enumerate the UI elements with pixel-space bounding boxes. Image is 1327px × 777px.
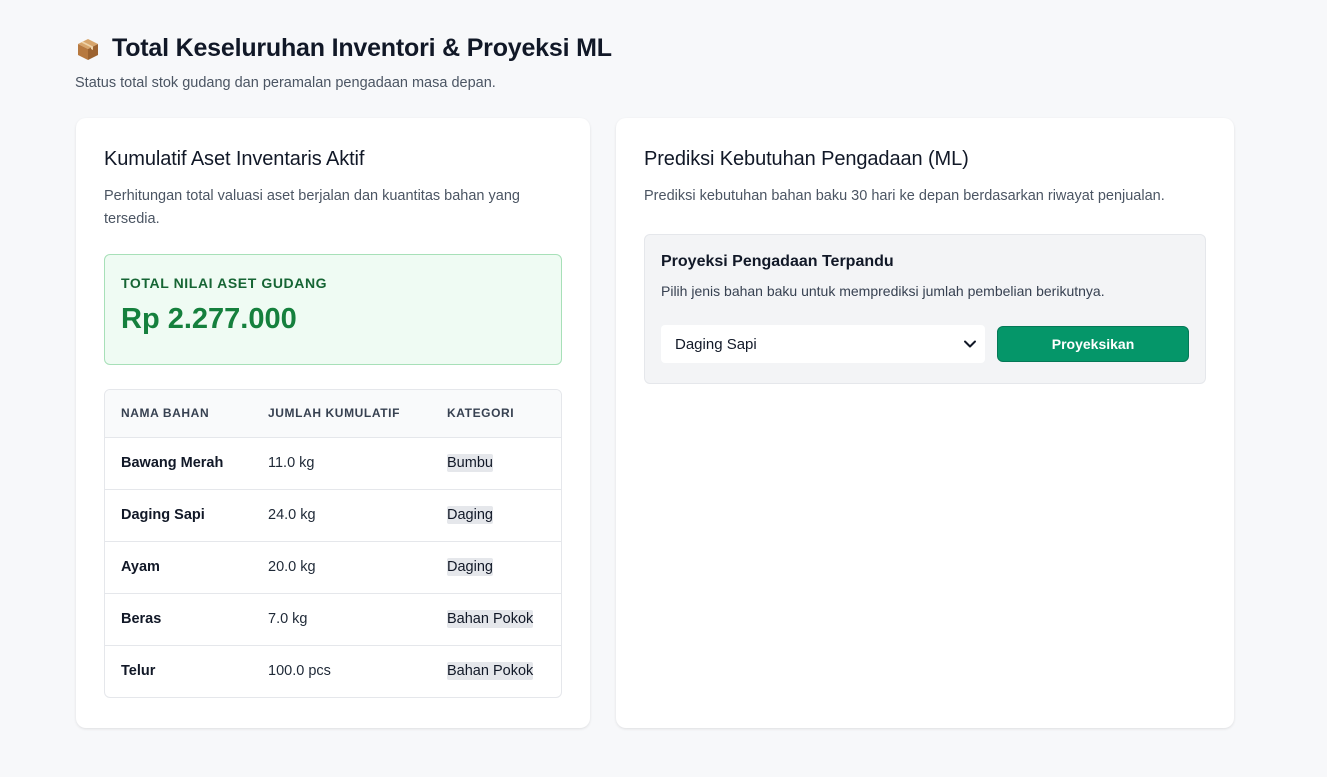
material-select-value: Daging Sapi (675, 335, 757, 353)
row-qty: 24.0 kg (252, 489, 431, 542)
total-asset-box: TOTAL NILAI ASET GUDANG Rp 2.277.000 (104, 254, 562, 365)
table-row: Telur 100.0 pcs Bahan Pokok (105, 645, 561, 697)
prediction-card-description: Prediksi kebutuhan bahan baku 30 hari ke… (644, 188, 1165, 204)
table-row: Beras 7.0 kg Bahan Pokok (105, 593, 561, 646)
row-category-cell: Daging (431, 541, 561, 594)
projection-panel: Proyeksi Pengadaan Terpandu Pilih jenis … (644, 234, 1206, 384)
table-row: Daging Sapi 24.0 kg Daging (105, 489, 561, 542)
table-row: Bawang Merah 11.0 kg Bumbu (105, 437, 561, 490)
header-kategori: KATEGORI (431, 390, 561, 438)
row-name: Ayam (105, 541, 252, 594)
category-badge: Bahan Pokok (447, 662, 534, 681)
projection-controls: Daging Sapi Proyeksikan (661, 325, 1189, 363)
row-category-cell: Bahan Pokok (431, 593, 561, 646)
material-select[interactable]: Daging Sapi (661, 325, 985, 363)
inventory-card: Kumulatif Aset Inventaris Aktif Perhitun… (76, 118, 590, 728)
row-qty: 11.0 kg (252, 437, 431, 490)
category-badge: Bumbu (447, 454, 493, 472)
inventory-table: NAMA BAHAN JUMLAH KUMULATIF KATEGORI Baw… (104, 389, 562, 698)
table-row: Ayam 20.0 kg Daging (105, 541, 561, 594)
row-name: Bawang Merah (105, 437, 252, 490)
row-qty: 100.0 pcs (268, 663, 331, 680)
inventory-card-title: Kumulatif Aset Inventaris Aktif (104, 148, 365, 170)
projection-panel-description: Pilih jenis bahan baku untuk memprediksi… (661, 283, 1105, 299)
header-nama-bahan: NAMA BAHAN (105, 390, 252, 438)
page-header: Total Keseluruhan Inventori & Proyeksi M… (75, 34, 612, 91)
chevron-down-icon (963, 337, 977, 351)
header-jumlah-kumulatif: JUMLAH KUMULATIF (252, 390, 431, 438)
package-box-icon (76, 37, 100, 61)
row-qty: 7.0 kg (252, 593, 431, 646)
title-row: Total Keseluruhan Inventori & Proyeksi M… (76, 34, 612, 63)
page-subtitle: Status total stok gudang dan peramalan p… (75, 75, 496, 91)
prediction-card-title: Prediksi Kebutuhan Pengadaan (ML) (644, 148, 969, 170)
row-name: Beras (105, 593, 252, 646)
prediction-card: Prediksi Kebutuhan Pengadaan (ML) Predik… (616, 118, 1234, 728)
category-badge: Daging (447, 558, 493, 576)
projection-panel-title: Proyeksi Pengadaan Terpandu (661, 253, 894, 270)
total-asset-label: TOTAL NILAI ASET GUDANG (121, 275, 328, 291)
category-badge: Daging (447, 506, 493, 524)
page-title: Total Keseluruhan Inventori & Proyeksi M… (112, 34, 612, 62)
total-asset-value: Rp 2.277.000 (121, 303, 297, 335)
category-badge: Bahan Pokok (447, 610, 534, 628)
row-name: Daging Sapi (105, 489, 252, 542)
row-category-cell: Bumbu (431, 437, 561, 490)
proyeksikan-button[interactable]: Proyeksikan (997, 326, 1189, 362)
row-name: Telur (121, 663, 156, 680)
table-header-row: NAMA BAHAN JUMLAH KUMULATIF KATEGORI (105, 390, 561, 438)
inventory-card-description: Perhitungan total valuasi aset berjalan … (104, 188, 520, 227)
row-qty: 20.0 kg (252, 541, 431, 594)
row-category-cell: Daging (431, 489, 561, 542)
row-category-cell: Bahan Pokok (431, 645, 561, 697)
